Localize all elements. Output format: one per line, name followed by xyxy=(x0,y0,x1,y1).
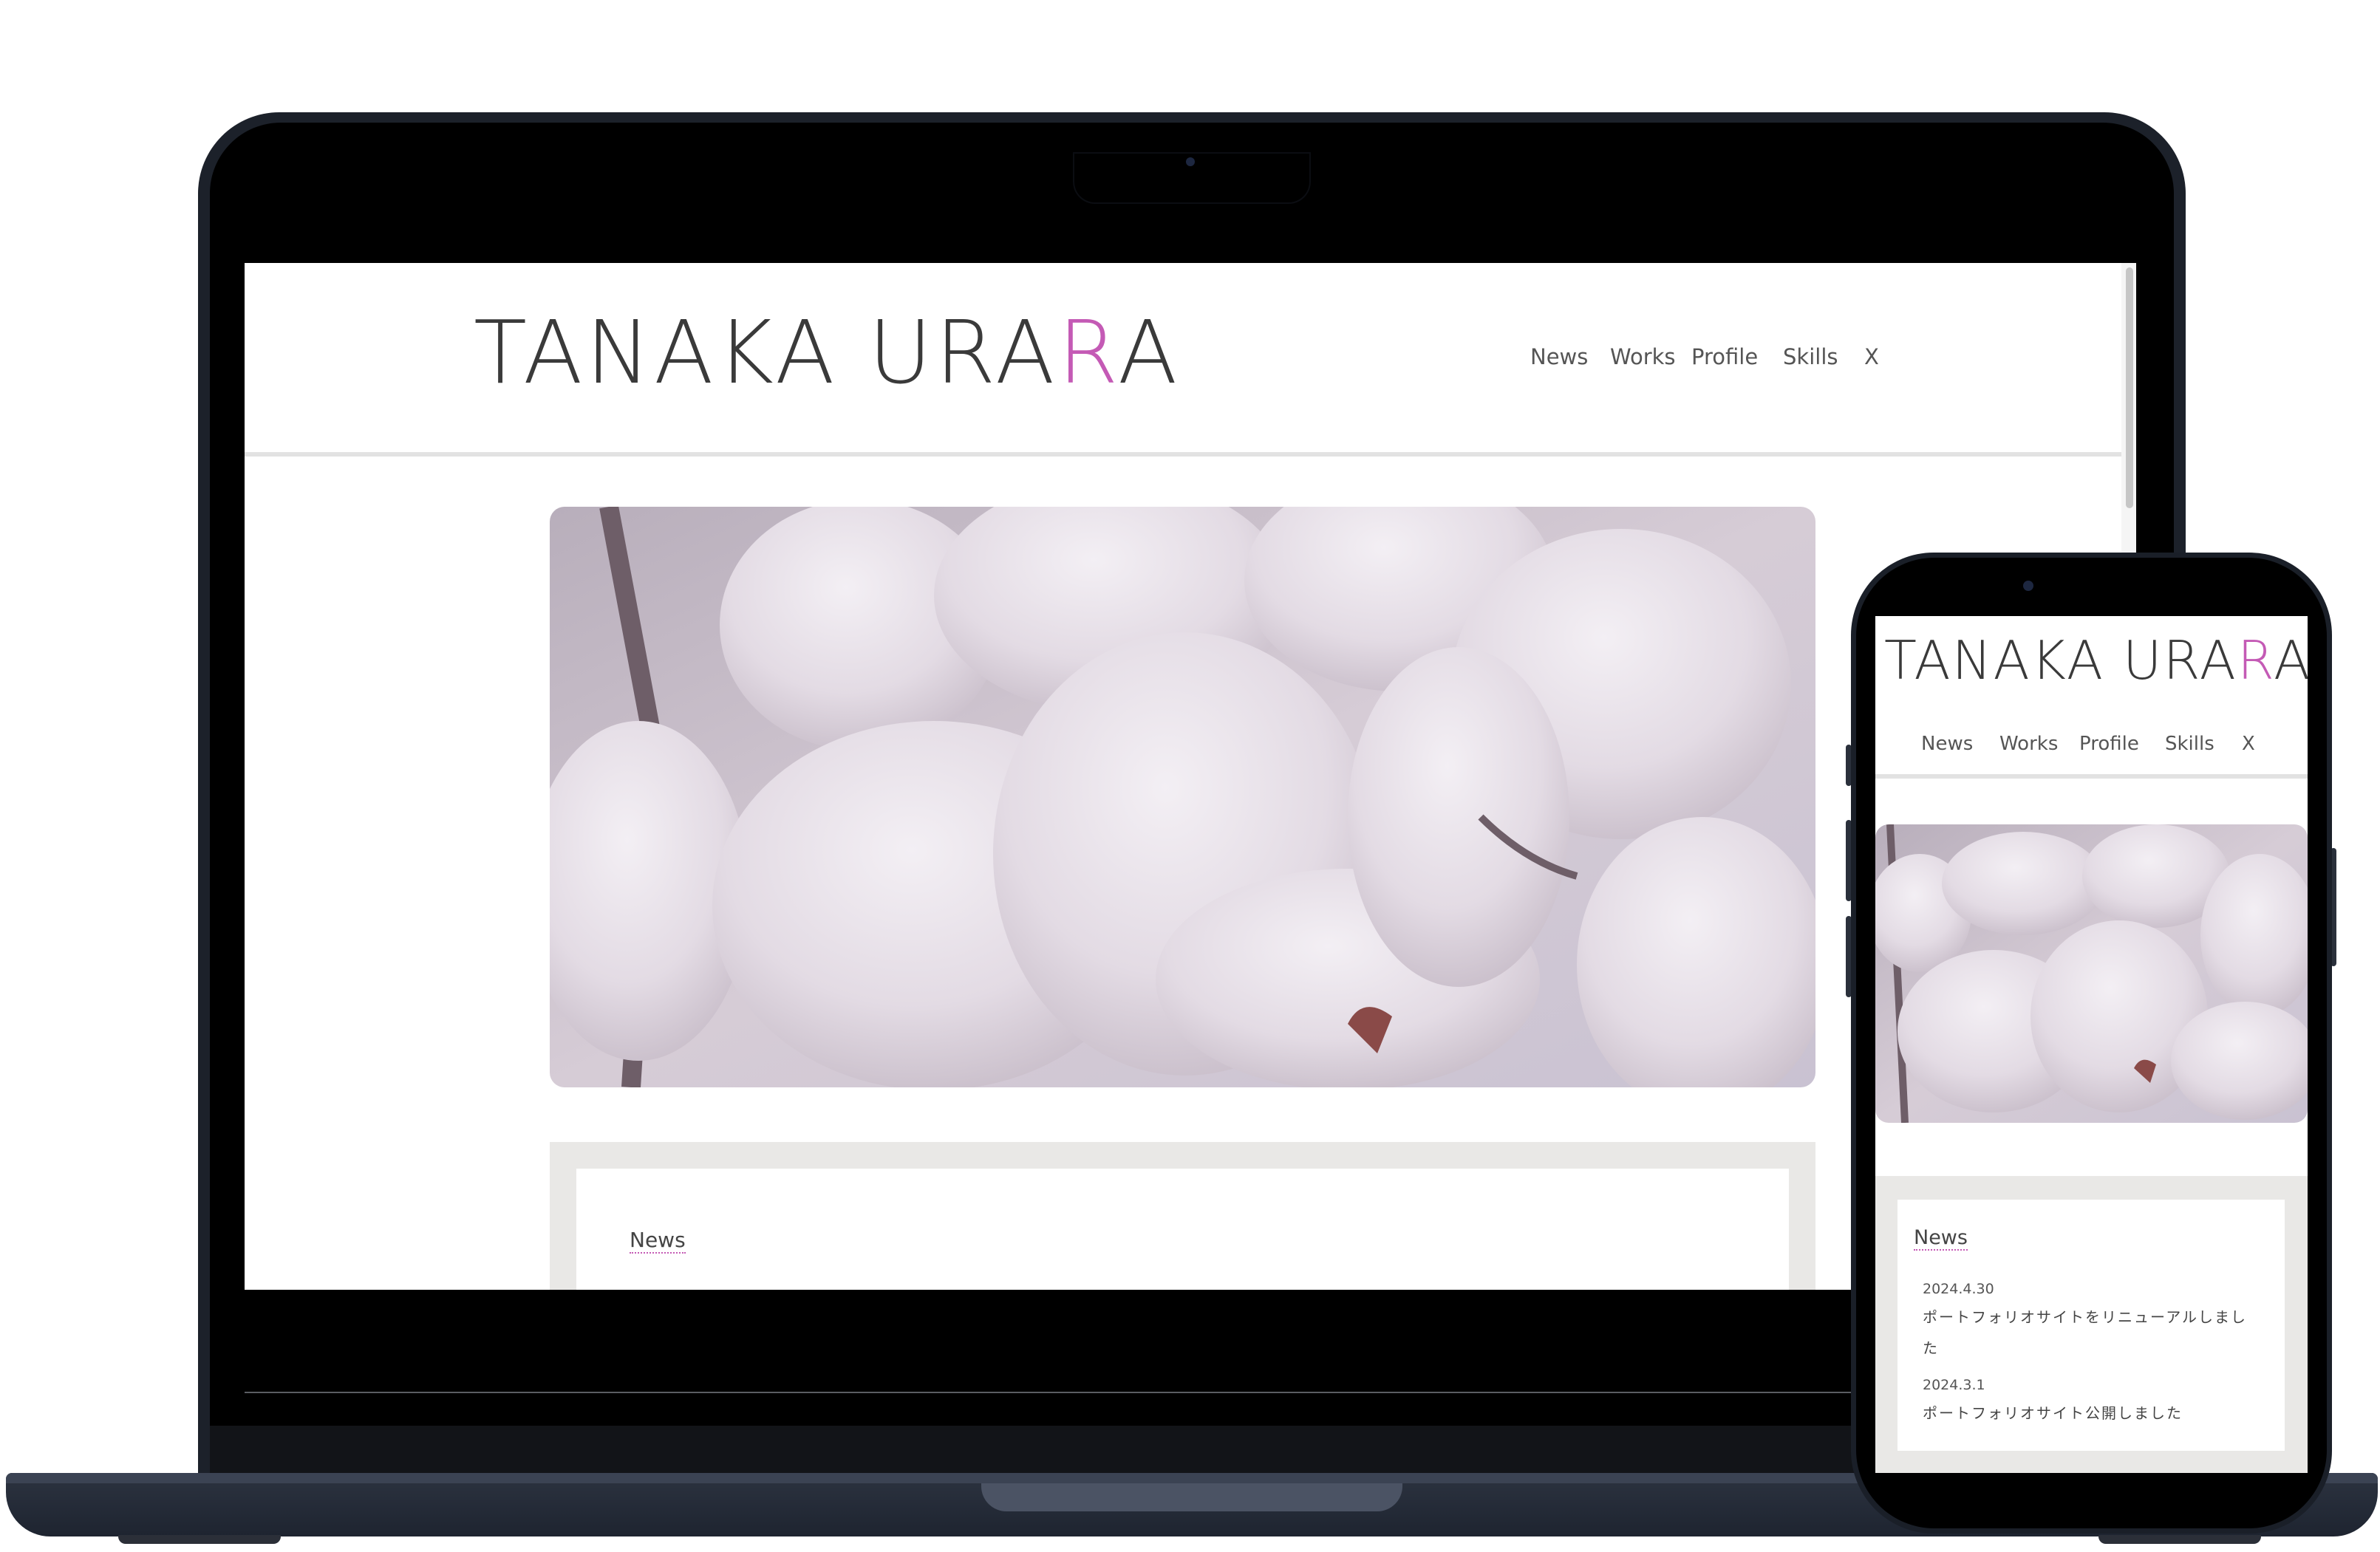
laptop-foot-right xyxy=(2098,1535,2261,1544)
phone-camera xyxy=(2023,581,2033,591)
nav-link-news[interactable]: News xyxy=(1921,733,1973,755)
news-text[interactable]: ポートフォリオサイトをリニューアルしました xyxy=(1923,1302,2263,1364)
nav-link-skills[interactable]: Skills xyxy=(1783,344,1838,369)
nav-link-skills[interactable]: Skills xyxy=(2165,733,2214,755)
phone-dynamic-island xyxy=(1991,570,2100,603)
nav-link-news[interactable]: News xyxy=(1530,344,1588,369)
site-logo[interactable]: TANAKA URARA xyxy=(1884,629,2308,691)
laptop-camera xyxy=(1186,157,1195,166)
news-heading[interactable]: News xyxy=(1914,1226,1968,1251)
news-heading[interactable]: News xyxy=(630,1228,686,1254)
laptop-foot-left xyxy=(118,1535,281,1544)
site-logo[interactable]: TANAKA URARA xyxy=(474,301,1180,403)
header-divider xyxy=(1875,774,2308,779)
news-date: 2024.4.30 xyxy=(1923,1281,1994,1297)
nav-link-x[interactable]: X xyxy=(2242,733,2255,755)
laptop-opening-groove xyxy=(981,1483,1402,1511)
scrollbar-thumb[interactable] xyxy=(2126,267,2133,508)
nav-link-works[interactable]: Works xyxy=(1999,733,2058,755)
hero-image xyxy=(550,507,1815,1087)
news-card xyxy=(576,1169,1789,1290)
hero-image xyxy=(1875,824,2308,1123)
header-divider xyxy=(245,452,2121,457)
nav-link-works[interactable]: Works xyxy=(1610,344,1676,369)
phone-screen: TANAKA URARA News Works Profile Skills X xyxy=(1875,616,2308,1473)
nav-link-profile[interactable]: Profile xyxy=(2079,733,2139,755)
nav-link-profile[interactable]: Profile xyxy=(1691,344,1758,369)
news-date: 2024.3.1 xyxy=(1923,1377,1985,1393)
news-text[interactable]: ポートフォリオサイト公開しました xyxy=(1923,1398,2263,1429)
nav-link-x[interactable]: X xyxy=(1864,344,1879,369)
